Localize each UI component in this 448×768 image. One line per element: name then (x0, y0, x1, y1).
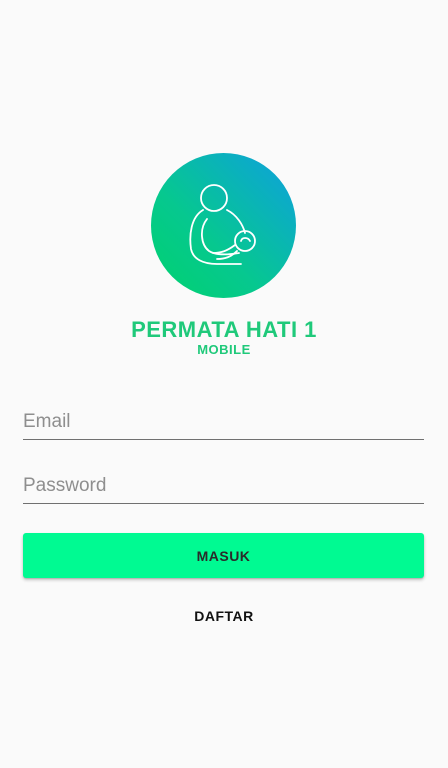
login-screen: PERMATA HATI 1 MOBILE MASUK DAFTAR (0, 0, 448, 768)
app-title: PERMATA HATI 1 (131, 317, 317, 342)
email-field-container (23, 403, 424, 440)
email-field[interactable] (23, 407, 424, 437)
app-subtitle: MOBILE (197, 342, 251, 357)
mother-baby-icon (189, 184, 256, 265)
password-field[interactable] (23, 471, 424, 501)
login-button[interactable]: MASUK (23, 533, 424, 578)
password-field-container (23, 467, 424, 504)
register-link[interactable]: DAFTAR (0, 606, 448, 626)
app-logo (151, 153, 296, 298)
